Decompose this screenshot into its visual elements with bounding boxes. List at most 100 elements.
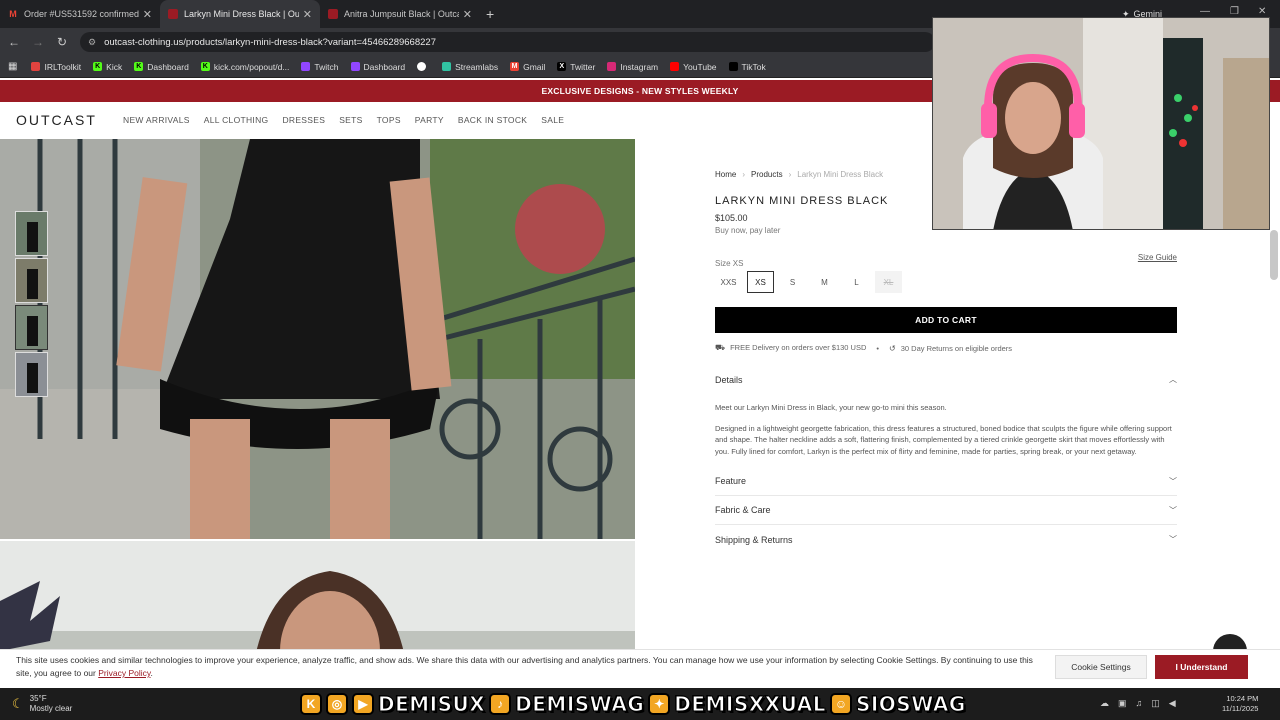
close-icon[interactable]: ✕ [463,8,472,21]
bookmark-item[interactable]: K Kick [93,62,122,72]
nav-dresses[interactable]: DRESSES [282,115,325,125]
url-text: outcast-clothing.us/products/larkyn-mini… [104,36,436,48]
folder-icon[interactable]: ▣ [1118,698,1127,709]
thumbnail-3[interactable] [15,305,48,350]
bookmark-item[interactable]: K Dashboard [134,62,189,72]
network-icon[interactable]: ◫ [1151,698,1160,709]
size-option-l[interactable]: L [843,271,870,293]
accordion-shipping-returns[interactable]: Shipping & Returns ﹀ [715,525,1177,554]
bookmark-label: Streamlabs [455,61,499,72]
truck-icon: ⛟ [715,343,726,352]
size-option-s[interactable]: S [779,271,806,293]
size-option-m[interactable]: M [811,271,838,293]
bookmark-item[interactable]: IRLToolkit [31,62,81,72]
thumbnail-4[interactable] [15,352,48,397]
tab-title: Larkyn Mini Dress Black | Outca [184,9,299,19]
product-photo-main[interactable] [0,139,635,539]
chevron-down-icon: ﹀ [1169,476,1177,486]
bookmark-favicon-icon [607,62,617,71]
new-tab-button[interactable]: + [486,6,494,22]
size-option-xs[interactable]: XS [747,271,774,293]
accordion-title: Fabric & Care [715,505,771,515]
tab-title: Order #US531592 confirmed - [24,9,139,19]
minimize-icon[interactable]: — [1200,6,1210,17]
bookmark-favicon-icon [350,62,360,71]
chevron-right-icon: › [788,170,792,179]
apps-icon[interactable]: ▦ [8,61,17,72]
system-clock[interactable]: 10:24 PM 11/11/2025 [1222,694,1258,714]
chevron-down-icon: ﹀ [1169,535,1177,544]
privacy-policy-link[interactable]: Privacy Policy [98,668,150,678]
reload-icon[interactable]: ↻ [50,35,74,49]
thumbnail-1[interactable] [15,211,48,256]
bookmark-item[interactable]: TikTok [728,62,766,72]
nav-party[interactable]: PARTY [415,115,444,125]
nav-all-clothing[interactable]: ALL CLOTHING [204,115,269,125]
breadcrumb-products[interactable]: Products [751,170,783,179]
bookmark-item[interactable]: YouTube [670,62,717,72]
kick-icon: K [300,693,322,715]
bookmark-item[interactable]: Streamlabs [442,62,498,72]
site-logo[interactable]: OUTCAST [16,112,97,128]
accordion-details[interactable]: Details ︿ [715,365,1177,394]
webcam-overlay [932,17,1270,230]
details-intro: Meet our Larkyn Mini Dress in Black, you… [715,403,947,412]
perk-delivery: FREE Delivery on orders over $130 USD [730,343,867,352]
bookmark-favicon-icon [301,62,311,71]
nav-sets[interactable]: SETS [339,115,362,125]
bookmark-item[interactable]: M Gmail [510,62,545,72]
bookmark-favicon-icon [417,62,427,71]
gmail-icon: M [9,9,17,19]
add-to-cart-button[interactable]: ADD TO CART [715,307,1177,333]
accept-cookies-button[interactable]: I Understand [1155,655,1248,679]
nav-back-in-stock[interactable]: BACK IN STOCK [458,115,527,125]
nav-new-arrivals[interactable]: NEW ARRIVALS [123,115,190,125]
cloud-icon[interactable]: ☁ [1100,698,1109,709]
banner-handle: DEMISXXUAL [674,692,826,717]
accordion-fabric-care[interactable]: Fabric & Care ﹀ [715,496,1177,525]
bookmark-favicon-icon [670,62,680,71]
close-icon[interactable]: ✕ [143,8,152,21]
bookmark-favicon-icon: X [557,62,567,71]
weather-widget[interactable]: ☾ 35°F Mostly clear [12,694,72,714]
size-label: Size XS [715,259,744,268]
weather-condition: Mostly clear [29,704,73,713]
bookmark-item[interactable]: Dashboard [350,61,406,72]
bookmark-item[interactable]: Twitch [301,62,339,72]
tab-gmail-order[interactable]: M Order #US531592 confirmed - ✕ [0,0,160,28]
details-description: Designed in a lightweight georgette fabr… [715,423,1172,456]
close-window-icon[interactable]: ✕ [1258,6,1266,17]
bookmark-item[interactable] [417,62,430,71]
size-option-xl[interactable]: XL [875,271,902,293]
bookmark-favicon-icon [31,62,41,71]
bookmark-favicon-icon: K [134,62,144,71]
tab-larkyn-dress[interactable]: Larkyn Mini Dress Black | Outca ✕ [160,0,320,28]
url-bar[interactable]: ⚙ outcast-clothing.us/products/larkyn-mi… [80,32,935,52]
restore-icon[interactable]: ❐ [1230,6,1239,17]
size-option-xxs[interactable]: XXS [715,271,742,293]
close-icon[interactable]: ✕ [303,8,312,21]
microphone-icon[interactable]: ♫ [1136,698,1143,709]
page-scrollbar[interactable] [1270,230,1278,280]
nav-tops[interactable]: TOPS [377,115,401,125]
outcast-icon [328,9,338,19]
bookmark-item[interactable]: Kkick.com/popout/d... [200,62,289,72]
accordion-feature[interactable]: Feature ﹀ [715,467,1177,496]
chevron-right-icon: › [742,170,746,179]
bookmark-item[interactable]: X Twitter [557,62,595,72]
nav-sale[interactable]: SALE [541,115,564,125]
thumbnail-2[interactable] [15,258,48,303]
back-icon[interactable]: ← [2,35,26,49]
taskbar: ☾ 35°F Mostly clear K ◎ ▶ DEMISUX ♪ DEMI… [0,688,1280,720]
product-accordions: Details ︿ Meet our Larkyn Mini Dress in … [715,365,1177,554]
volume-icon[interactable]: ◀ [1169,698,1176,709]
cookie-settings-button[interactable]: Cookie Settings [1055,655,1147,679]
size-guide-link[interactable]: Size Guide [1138,253,1177,262]
site-info-icon[interactable]: ⚙ [88,37,96,48]
breadcrumb-home[interactable]: Home [715,170,736,179]
clock-date: 11/11/2025 [1222,704,1259,713]
bookmark-item[interactable]: Instagram [607,62,658,72]
bookmark-label: Dashboard [363,61,406,72]
forward-icon[interactable]: → [26,35,50,49]
tab-anitra-jumpsuit[interactable]: Anitra Jumpsuit Black | Outcast ✕ [320,0,480,28]
